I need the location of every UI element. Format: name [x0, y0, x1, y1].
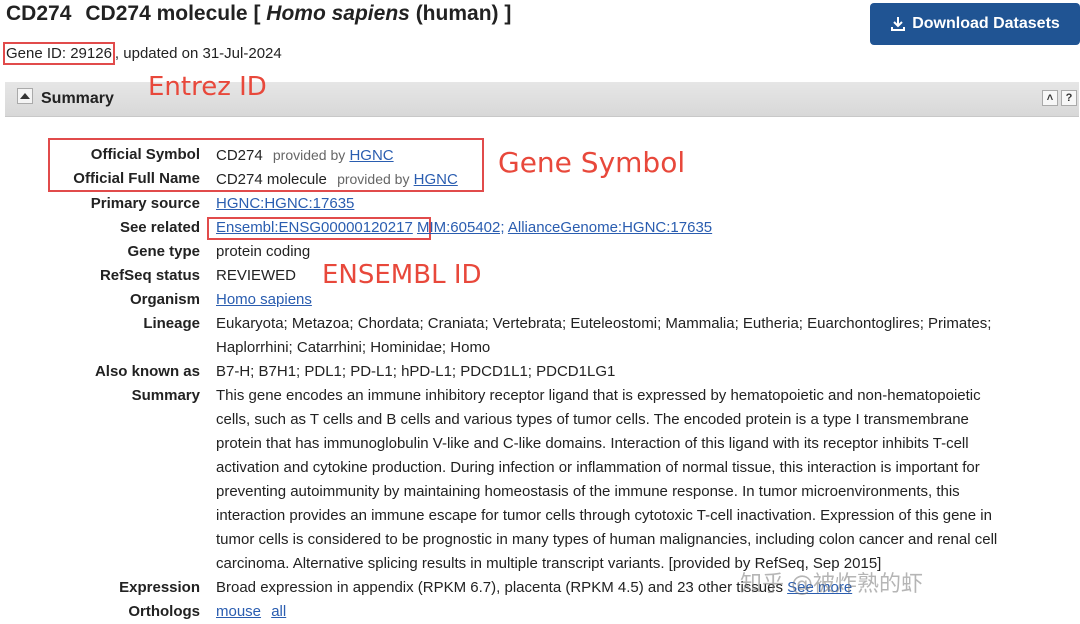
field-label: Orthologs [128, 603, 200, 620]
field-label: Official Full Name [73, 170, 200, 187]
annotation-entrez-id: Entrez ID [148, 72, 267, 102]
triangle-up-icon [20, 93, 30, 99]
hgnc-link[interactable]: HGNC [349, 147, 393, 164]
field-label: Primary source [90, 195, 200, 212]
mim-link[interactable]: MIM:605402; [417, 219, 505, 236]
official-symbol-value: CD274 [216, 147, 263, 164]
summary-line: protein that has immunoglobulin V-like a… [216, 435, 969, 452]
summary-line: activation and cytokine production. Duri… [216, 459, 980, 476]
help-icon[interactable]: ? [1061, 90, 1077, 106]
collapse-toggle-button[interactable] [17, 88, 33, 104]
summary-text: This gene encodes an immune inhibitory r… [216, 384, 1066, 576]
lineage-line: Eukaryota; Metazoa; Chordata; Craniata; … [216, 315, 992, 332]
gene-title: CD274 CD274 molecule [ Homo sapiens (huma… [6, 2, 511, 26]
field-label: Lineage [143, 315, 200, 332]
field-label: Summary [131, 387, 200, 404]
hgnc-link[interactable]: HGNC [414, 171, 458, 188]
gene-symbol-heading: CD274 [6, 2, 72, 25]
field-label: Official Symbol [90, 146, 200, 163]
aliases-value: B7-H; B7H1; PDL1; PD-L1; hPD-L1; PDCD1L1… [216, 363, 616, 380]
double-chevron-up-icon[interactable]: ˄ [1042, 90, 1058, 106]
refseq-status-value: REVIEWED [216, 267, 297, 284]
section-title: Summary [41, 90, 114, 107]
download-datasets-label: Download Datasets [912, 15, 1060, 32]
field-label: RefSeq status [99, 267, 200, 284]
field-label: Organism [129, 291, 200, 308]
gene-name-heading: CD274 molecule [ Homo sapiens (human) ] [85, 2, 512, 25]
summary-line: interaction provides an immune escape fo… [216, 507, 992, 524]
download-datasets-button[interactable]: Download Datasets [870, 3, 1080, 45]
expression-value: Broad expression in appendix (RPKM 6.7),… [216, 579, 783, 596]
official-full-name-value: CD274 molecule [216, 171, 327, 188]
all-orthologs-link[interactable]: all [271, 603, 286, 620]
mouse-ortholog-link[interactable]: mouse [216, 603, 261, 620]
field-label: Expression [119, 579, 200, 596]
field-label: Also known as [94, 363, 200, 380]
field-label: Gene type [127, 243, 200, 260]
summary-line: cells, such as T cells and B cells and v… [216, 411, 969, 428]
primary-source-link[interactable]: HGNC:HGNC:17635 [216, 195, 354, 212]
summary-line: tumor cells is considered to be prognost… [216, 531, 998, 548]
lineage-line: Haplorrhini; Catarrhini; Hominidae; Homo [216, 339, 491, 356]
section-actions: ˄ ? [1042, 90, 1077, 106]
updated-date: , updated on 31-Jul-2024 [114, 45, 282, 62]
summary-line: preventing autoimmunity by maintaining h… [216, 483, 960, 500]
summary-line: This gene encodes an immune inhibitory r… [216, 387, 981, 404]
gene-id-line: Gene ID: 29126, updated on 31-Jul-2024 [3, 42, 282, 65]
provided-by-text: provided by [272, 147, 346, 163]
gene-type-value: protein coding [216, 243, 311, 260]
gene-id: Gene ID: 29126 [3, 42, 115, 65]
alliance-genome-link[interactable]: AllianceGenome:HGNC:17635 [508, 219, 712, 236]
ensembl-link[interactable]: Ensembl:ENSG00000120217 [216, 219, 413, 236]
field-label: See related [119, 219, 200, 236]
provided-by-text: provided by [337, 171, 410, 187]
organism-link[interactable]: Homo sapiens [216, 291, 312, 308]
download-icon [891, 17, 906, 31]
species-name: Homo sapiens [266, 2, 410, 25]
watermark: 知乎 @被炸熟的虾 [740, 572, 923, 597]
